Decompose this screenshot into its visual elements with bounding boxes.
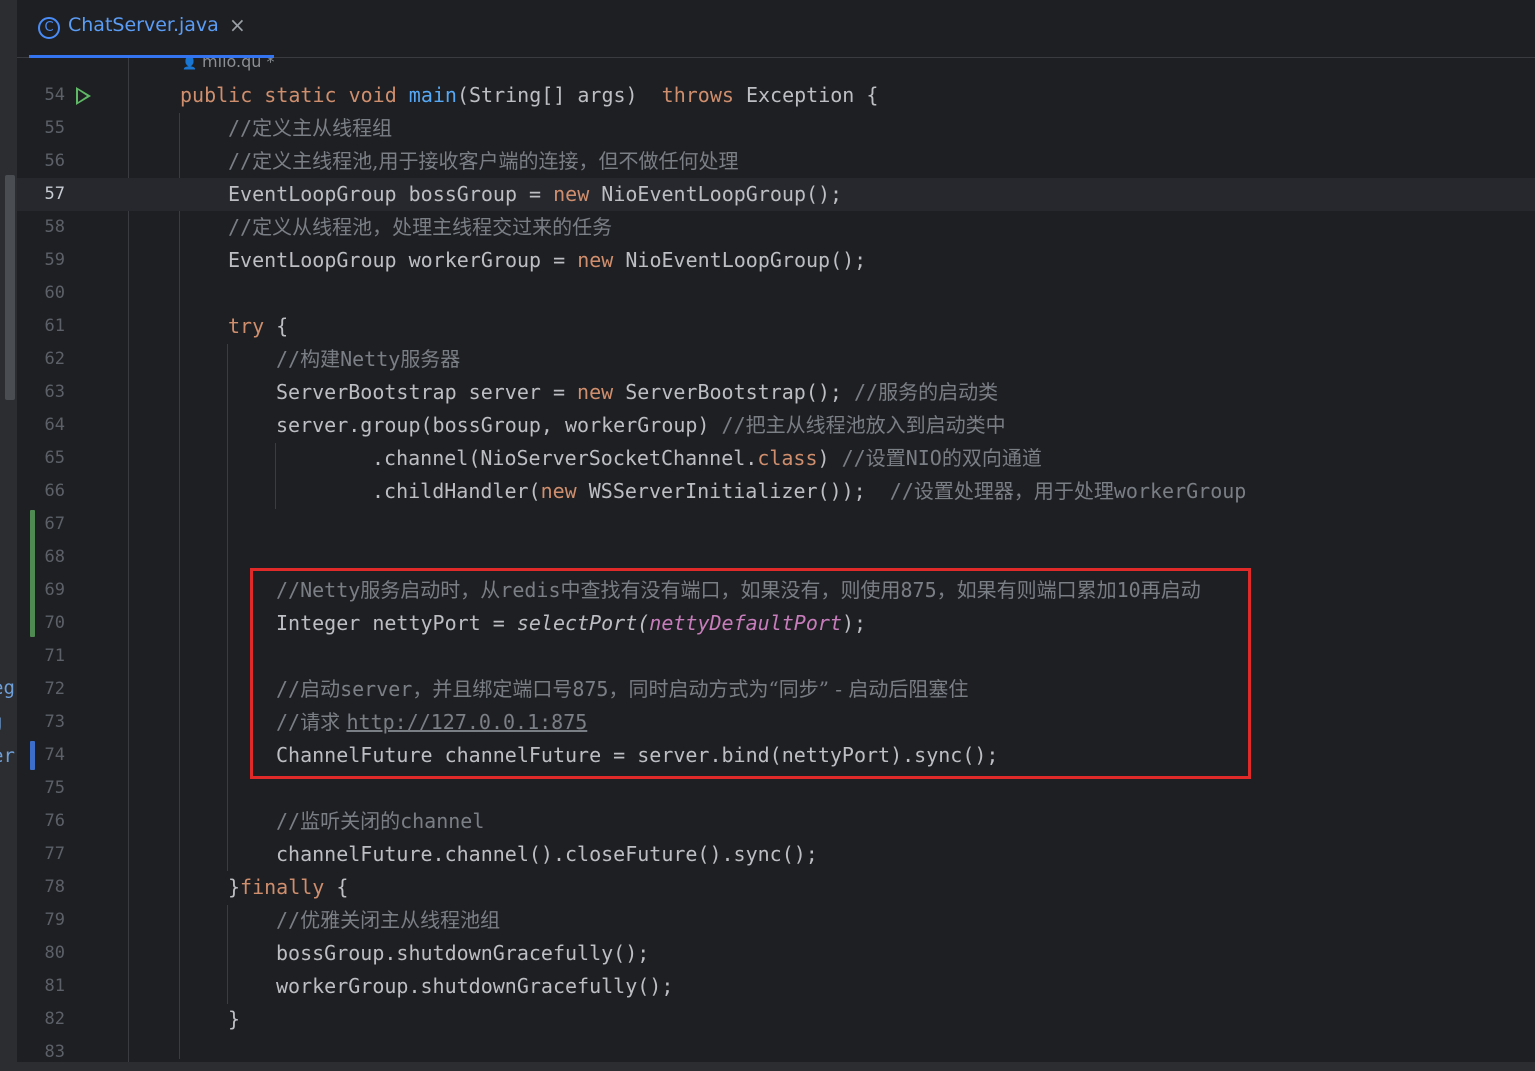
code-comment: //定义主从线程组: [228, 116, 393, 140]
line-number: 64: [44, 415, 65, 435]
user-icon: 👤: [182, 58, 197, 70]
line-number: 54: [44, 85, 65, 105]
code-editor[interactable]: 👤 milo.qu * 54 public static void main(S…: [17, 58, 1535, 1062]
code-line-63: 63 ServerBootstrap server = new ServerBo…: [17, 376, 1535, 409]
code-line-81: 81 workerGroup.shutdownGracefully();: [17, 970, 1535, 1003]
line-number: 61: [44, 316, 65, 336]
code-comment: //构建Netty服务器: [276, 347, 461, 371]
code-line-62: 62 //构建Netty服务器: [17, 343, 1535, 376]
code-line-79: 79 //优雅关闭主从线程池组: [17, 904, 1535, 937]
code-line-76: 76 //监听关闭的channel: [17, 805, 1535, 838]
code-text: bossGroup.shutdownGracefully();: [276, 941, 650, 965]
line-number: 63: [44, 382, 65, 402]
horizontal-scrollbar[interactable]: [17, 1062, 1535, 1071]
line-number: 82: [44, 1009, 65, 1029]
line-number: 55: [44, 118, 65, 138]
line-number: 60: [44, 283, 65, 303]
code-line-55: 55 //定义主从线程组: [17, 112, 1535, 145]
code-line-64: 64 server.group(bossGroup, workerGroup) …: [17, 409, 1535, 442]
close-icon[interactable]: ×: [229, 13, 246, 37]
line-number: 77: [44, 844, 65, 864]
code-line-77: 77 channelFuture.channel().closeFuture()…: [17, 838, 1535, 871]
code-line-80: 80 bossGroup.shutdownGracefully();: [17, 937, 1535, 970]
code-author-hint: 👤 milo.qu *: [182, 58, 275, 71]
code-text: }: [228, 1007, 241, 1031]
code-text: EventLoopGroup bossGroup = new NioEventL…: [228, 182, 843, 206]
line-number: 67: [44, 514, 65, 534]
line-number: 65: [44, 448, 65, 468]
code-comment: //定义主线程池,用于接收客户端的连接，但不做任何处理: [228, 149, 739, 173]
code-text: channelFuture.channel().closeFuture().sy…: [276, 842, 818, 866]
code-text: EventLoopGroup workerGroup = new NioEven…: [228, 248, 867, 272]
code-line-66: 66 .childHandler(new WSServerInitializer…: [17, 475, 1535, 508]
line-number: 72: [44, 679, 65, 699]
line-number: 71: [44, 646, 65, 666]
code-text: public static void main(String[] args) t…: [180, 83, 879, 107]
left-panel-clipped-text: er: [0, 745, 15, 767]
class-file-icon: C: [38, 17, 60, 39]
code-comment: //监听关闭的channel: [276, 809, 485, 833]
code-line-58: 58 //定义从线程池，处理主线程交过来的任务: [17, 211, 1535, 244]
line-number: 75: [44, 778, 65, 798]
left-panel-clipped-text: eg: [0, 677, 15, 699]
left-panel-clipped-text: g: [0, 711, 18, 733]
code-text: ServerBootstrap server = new ServerBoots…: [276, 380, 999, 404]
line-number: 81: [44, 976, 65, 996]
line-number: 73: [44, 712, 65, 732]
line-number: 62: [44, 349, 65, 369]
code-comment: //定义从线程池，处理主线程交过来的任务: [228, 215, 613, 239]
line-number: 79: [44, 910, 65, 930]
code-line-78: 78 }finally {: [17, 871, 1535, 904]
code-line-59: 59 EventLoopGroup workerGroup = new NioE…: [17, 244, 1535, 277]
run-icon[interactable]: [76, 87, 91, 105]
code-line-56: 56 //定义主线程池,用于接收客户端的连接，但不做任何处理: [17, 145, 1535, 178]
line-number: 68: [44, 547, 65, 567]
code-text: try {: [228, 314, 289, 338]
line-number: 56: [44, 151, 65, 171]
line-number: 80: [44, 943, 65, 963]
line-number: 58: [44, 217, 65, 237]
editor-tab-bar: C ChatServer.java ×: [17, 0, 1535, 58]
code-line-61: 61 try {: [17, 310, 1535, 343]
line-number: 74: [44, 745, 65, 765]
line-number: 78: [44, 877, 65, 897]
line-number: 69: [44, 580, 65, 600]
line-number: 76: [44, 811, 65, 831]
code-line-57-current: 57 EventLoopGroup bossGroup = new NioEve…: [17, 178, 1535, 211]
code-text: .childHandler(new WSServerInitializer())…: [372, 479, 1247, 503]
code-line-60: 60: [17, 277, 1535, 310]
tab-chatserver-java[interactable]: C ChatServer.java ×: [29, 0, 274, 58]
code-text: .channel(NioServerSocketChannel.class) /…: [372, 446, 1042, 470]
left-panel-scrollbar[interactable]: [5, 175, 15, 400]
code-line-67: 67: [17, 508, 1535, 541]
left-panel-strip: [0, 0, 17, 1071]
line-number: 70: [44, 613, 65, 633]
line-number: 59: [44, 250, 65, 270]
code-line-54: 54 public static void main(String[] args…: [17, 79, 1535, 112]
line-number: 83: [44, 1042, 65, 1062]
code-text: }finally {: [228, 875, 349, 899]
line-number: 66: [44, 481, 65, 501]
code-comment: //优雅关闭主从线程池组: [276, 908, 501, 932]
code-line-83: 83: [17, 1036, 1535, 1062]
line-number: 57: [44, 184, 65, 204]
code-line-82: 82 }: [17, 1003, 1535, 1036]
code-text: workerGroup.shutdownGracefully();: [276, 974, 674, 998]
code-text: server.group(bossGroup, workerGroup) //把…: [276, 413, 1006, 437]
code-line-65: 65 .channel(NioServerSocketChannel.class…: [17, 442, 1535, 475]
annotation-highlight-box: [250, 568, 1251, 779]
tab-title: ChatServer.java: [68, 14, 219, 36]
